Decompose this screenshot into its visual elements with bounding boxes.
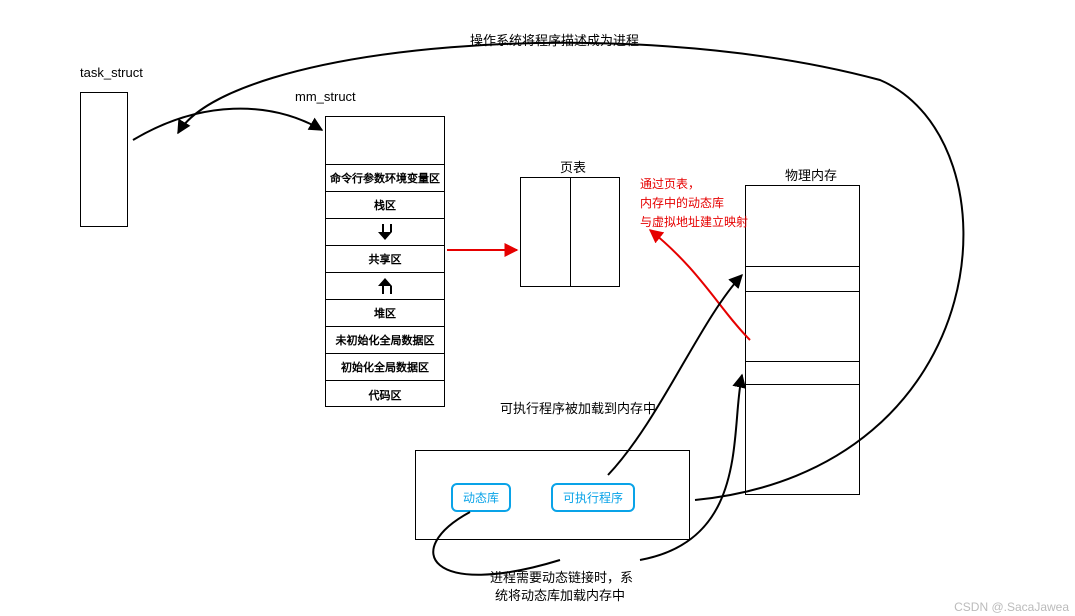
- phys-mem-line-1: [746, 266, 859, 267]
- mm-cell-data: 初始化全局数据区: [326, 354, 444, 381]
- mm-cell-arrow-up: [326, 273, 444, 300]
- dyn-link-text-1: 进程需要动态链接时，系: [490, 567, 633, 586]
- os-describe-text: 操作系统将程序描述成为进程: [470, 30, 639, 49]
- task-struct-label: task_struct: [80, 65, 143, 80]
- mm-cell-bss: 未初始化全局数据区: [326, 327, 444, 354]
- mm-cell-shared: 共享区: [326, 246, 444, 273]
- disk-item-executable: 可执行程序: [551, 483, 635, 512]
- phys-mem-line-4: [746, 384, 859, 385]
- watermark: CSDN @.SacaJawea: [954, 600, 1069, 614]
- mm-cell-heap: 堆区: [326, 300, 444, 327]
- task-struct-box: [80, 92, 128, 227]
- mm-cell-arrow-down: [326, 219, 444, 246]
- arrow-mapping-red: [650, 230, 750, 340]
- disk-box: 动态库 可执行程序: [415, 450, 690, 540]
- arrow-up-icon: [378, 278, 392, 294]
- red-mapping-text: 通过页表， 内存中的动态库 与虚拟地址建立映射: [640, 175, 780, 233]
- disk-item-dynlib: 动态库: [451, 483, 511, 512]
- red-text-line-2: 内存中的动态库: [640, 194, 780, 213]
- mm-struct-label: mm_struct: [295, 89, 356, 104]
- mm-struct-top-gap: [325, 116, 445, 164]
- exec-loaded-text: 可执行程序被加载到内存中: [500, 398, 656, 417]
- page-table-label: 页表: [560, 157, 586, 176]
- phys-mem-line-3: [746, 361, 859, 362]
- physical-mem-label: 物理内存: [785, 165, 837, 184]
- dyn-link-text-2: 统将动态库加载内存中: [495, 585, 625, 604]
- arrow-down-icon: [378, 224, 392, 240]
- arrow-exec-to-mem: [608, 275, 742, 475]
- phys-mem-line-2: [746, 291, 859, 292]
- mm-cell-stack: 栈区: [326, 192, 444, 219]
- red-text-line-1: 通过页表，: [640, 175, 780, 194]
- mm-cell-code: 代码区: [326, 381, 444, 408]
- page-table-divider: [570, 178, 571, 286]
- arrow-task-to-mm: [133, 109, 322, 140]
- mm-struct-box: 命令行参数环境变量区 栈区 共享区 堆区 未初始化全局数据区 初始化全局数据区 …: [325, 164, 445, 407]
- mm-cell-env: 命令行参数环境变量区: [326, 165, 444, 192]
- page-table-box: [520, 177, 620, 287]
- red-text-line-3: 与虚拟地址建立映射: [640, 213, 780, 232]
